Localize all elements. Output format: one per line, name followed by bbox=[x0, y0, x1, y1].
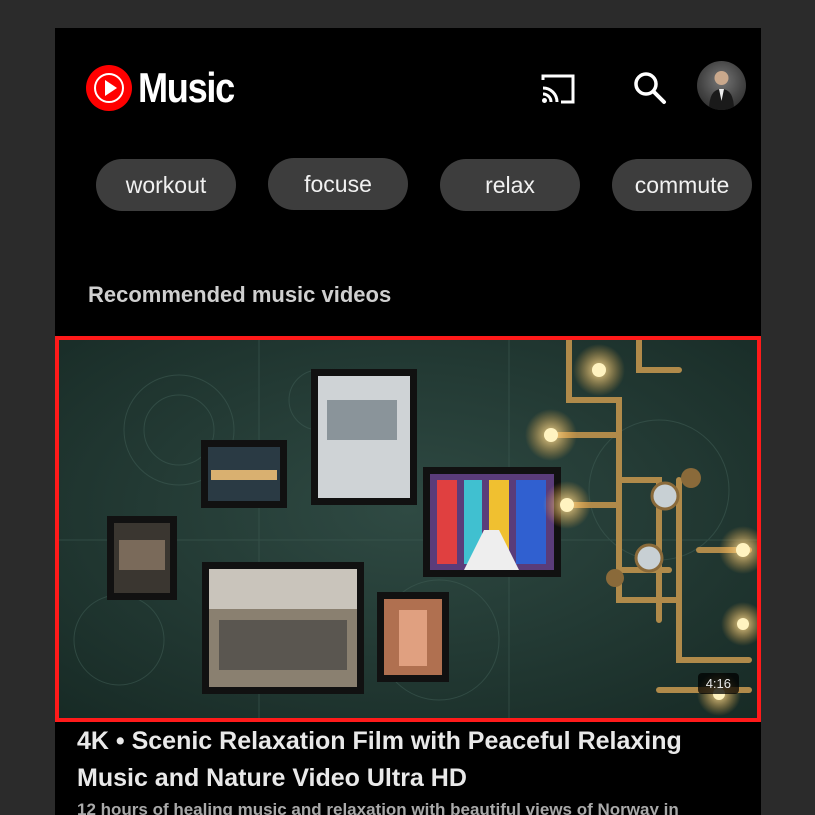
avatar[interactable] bbox=[697, 61, 746, 110]
chip-label: focuse bbox=[304, 170, 372, 197]
video-subtitle: 12 hours of healing music and relaxation… bbox=[77, 800, 679, 815]
chip-label: commute bbox=[634, 171, 730, 198]
video-duration: 4:16 bbox=[697, 673, 739, 694]
thumbnail-image bbox=[59, 340, 757, 718]
chip-focuse[interactable]: focuse bbox=[268, 158, 408, 210]
app-logo[interactable]: Music bbox=[86, 64, 250, 112]
video-title[interactable]: 4K • Scenic Relaxation Film with Peacefu… bbox=[77, 723, 757, 797]
section-title: Recommended music videos bbox=[88, 282, 392, 307]
app-screen: Music workout focuse relax commute Recom… bbox=[55, 28, 761, 815]
youtube-music-logo-icon bbox=[86, 65, 132, 111]
app-name: Music bbox=[138, 64, 235, 111]
chip-relax[interactable]: relax bbox=[440, 159, 580, 211]
chip-label: relax bbox=[485, 171, 535, 198]
chip-workout[interactable]: workout bbox=[96, 159, 236, 211]
search-icon[interactable] bbox=[629, 68, 671, 110]
chip-label: workout bbox=[125, 171, 207, 198]
chip-commute[interactable]: commute bbox=[612, 159, 752, 211]
video-thumbnail[interactable]: 4:16 bbox=[55, 336, 761, 722]
cast-icon[interactable] bbox=[537, 68, 579, 110]
